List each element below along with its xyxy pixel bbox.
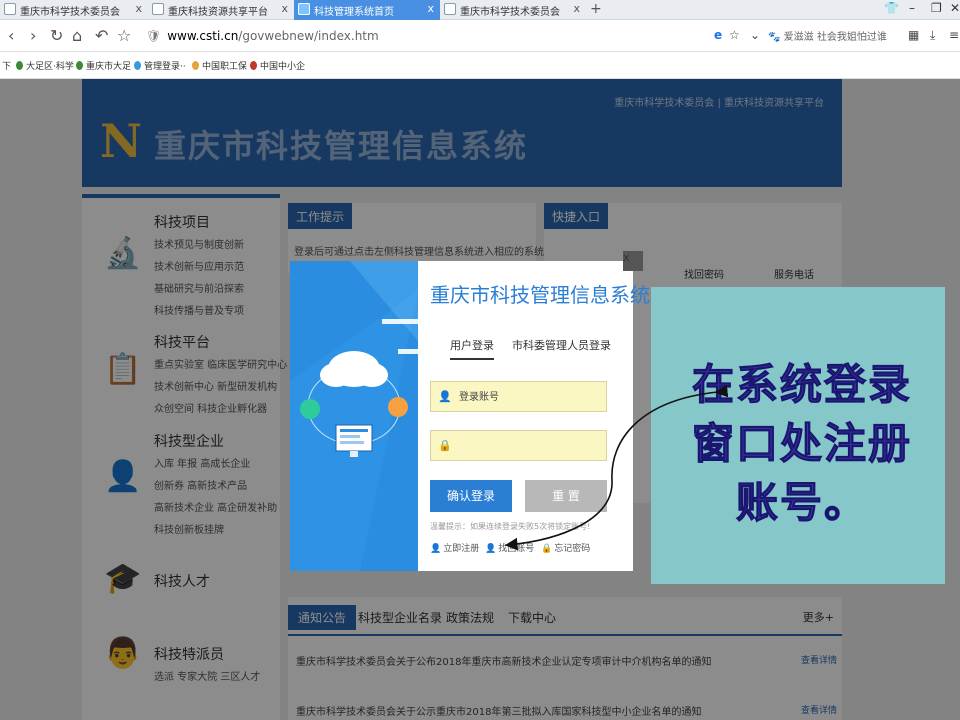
login-hint: 温馨提示：如果连续登录失败5次将锁定账号! (430, 522, 591, 531)
login-dialog: 重庆市科技管理信息系统 用户登录 市科委管理人员登录 👤 🔒 确认登录 重 置 … (290, 261, 650, 571)
dialog-title: 重庆市科技管理信息系统 (430, 283, 650, 307)
bookmarks-bar: 下 大足区·科学 重庆市大足 管理登录·· 中国职工保 中国中小企 (0, 52, 960, 79)
paw-icon: 🐾 (768, 32, 781, 43)
page-icon (444, 3, 456, 15)
account-input[interactable] (459, 388, 599, 406)
flag-icon (250, 61, 257, 70)
tab-label: 重庆市科学技术委员会 (20, 7, 120, 18)
lock-icon: 🔒 (438, 439, 452, 452)
menu-icon[interactable]: ≡ (949, 28, 959, 42)
account-field: 👤 (430, 381, 607, 412)
leaf-icon (16, 61, 23, 70)
url-domain: www.csti.cn (167, 29, 239, 43)
page-icon (152, 3, 164, 15)
bookmark-item[interactable]: 下 (2, 59, 11, 72)
user-search-icon: 👤 (485, 544, 497, 554)
tab-csti-2[interactable]: 重庆市科学技术委员会 x (440, 0, 586, 20)
bookmark-item[interactable]: 中国职工保 (192, 59, 247, 72)
bookmark-item[interactable]: 大足区·科学 (16, 59, 74, 72)
forgot-password-link[interactable]: 🔒 忘记密码 (541, 541, 590, 554)
user-icon: 👤 (430, 544, 442, 554)
shield-icon: 🛡 (146, 29, 162, 43)
tab-resource-platform[interactable]: 重庆科技资源共享平台 x (148, 0, 294, 20)
page-icon (4, 3, 16, 15)
minimize-icon[interactable]: – (909, 1, 915, 15)
tab-admin-login[interactable]: 市科委管理人员登录 (512, 337, 611, 353)
back-icon[interactable]: ‹ (8, 26, 14, 45)
forward-icon[interactable]: › (30, 26, 36, 45)
badge-icon (192, 61, 199, 70)
cloud-illustration (290, 261, 418, 571)
browser-tab-bar: 重庆市科学技术委员会 x 重庆科技资源共享平台 x 科技管理系统首页 x 重庆市… (0, 0, 960, 20)
restore-icon[interactable]: ❐ (931, 1, 942, 15)
bookmark-item[interactable]: 管理登录·· (134, 59, 186, 72)
search-text: 爱滋滋 社会我姐怕过谁 (783, 32, 887, 43)
reset-button[interactable]: 重 置 (525, 480, 607, 512)
close-tab-icon[interactable]: x (135, 2, 142, 15)
tab-csti-1[interactable]: 重庆市科学技术委员会 x (0, 0, 148, 20)
close-tab-icon[interactable]: x (427, 2, 434, 15)
close-dialog-button[interactable]: x (623, 251, 643, 271)
chevron-down-icon[interactable]: ⌄ (750, 28, 760, 42)
user-icon: 👤 (438, 390, 452, 403)
globe-icon (134, 61, 141, 70)
tab-management-home[interactable]: 科技管理系统首页 x (294, 0, 440, 20)
register-link[interactable]: 👤 立即注册 (430, 541, 479, 554)
tab-label: 重庆市科学技术委员会 (460, 7, 560, 18)
download-icon[interactable]: ⤓ (930, 28, 935, 43)
refresh-icon[interactable]: ↻ (50, 26, 63, 45)
password-input[interactable] (459, 437, 599, 455)
ie-mode-icon[interactable]: e (714, 28, 722, 42)
close-tab-icon[interactable]: x (573, 2, 580, 15)
tab-user-login[interactable]: 用户登录 (450, 337, 494, 360)
undo-icon[interactable]: ↶ (95, 26, 108, 45)
find-account-link[interactable]: 👤 找回账号 (485, 541, 534, 554)
tab-label: 科技管理系统首页 (314, 7, 394, 18)
search-box[interactable]: 🐾 爱滋滋 社会我姐怕过谁 (768, 28, 887, 43)
favorite-star-icon[interactable]: ☆ (729, 28, 740, 42)
annotation-callout: 在系统登录窗口处注册账号。 (651, 287, 945, 584)
bookmark-item[interactable]: 重庆市大足 (76, 59, 131, 72)
close-tab-icon[interactable]: x (281, 2, 288, 15)
url-path: /govwebnew/index.htm (238, 29, 379, 43)
password-field: 🔒 (430, 430, 607, 461)
bookmark-item[interactable]: 中国中小企 (250, 59, 305, 72)
lock-icon: 🔒 (541, 544, 553, 554)
apps-icon[interactable]: ▦ (908, 28, 919, 42)
annotation-text: 在系统登录窗口处注册账号。 (691, 360, 912, 528)
login-button[interactable]: 确认登录 (430, 480, 512, 512)
skin-icon[interactable]: 👕 (884, 1, 899, 15)
page-icon (298, 3, 310, 15)
address-bar: ‹ › ↻ ⌂ ↶ ☆ 🛡 www.csti.cn/govwebnew/index… (0, 20, 960, 52)
url-field[interactable]: 🛡 www.csti.cn/govwebnew/index.htm (146, 29, 379, 43)
leaf-icon (76, 61, 83, 70)
home-icon[interactable]: ⌂ (72, 26, 82, 45)
tab-label: 重庆科技资源共享平台 (168, 7, 268, 18)
star-icon[interactable]: ☆ (117, 26, 131, 45)
close-window-icon[interactable]: ✕ (950, 1, 960, 15)
new-tab-button[interactable]: + (590, 1, 602, 17)
